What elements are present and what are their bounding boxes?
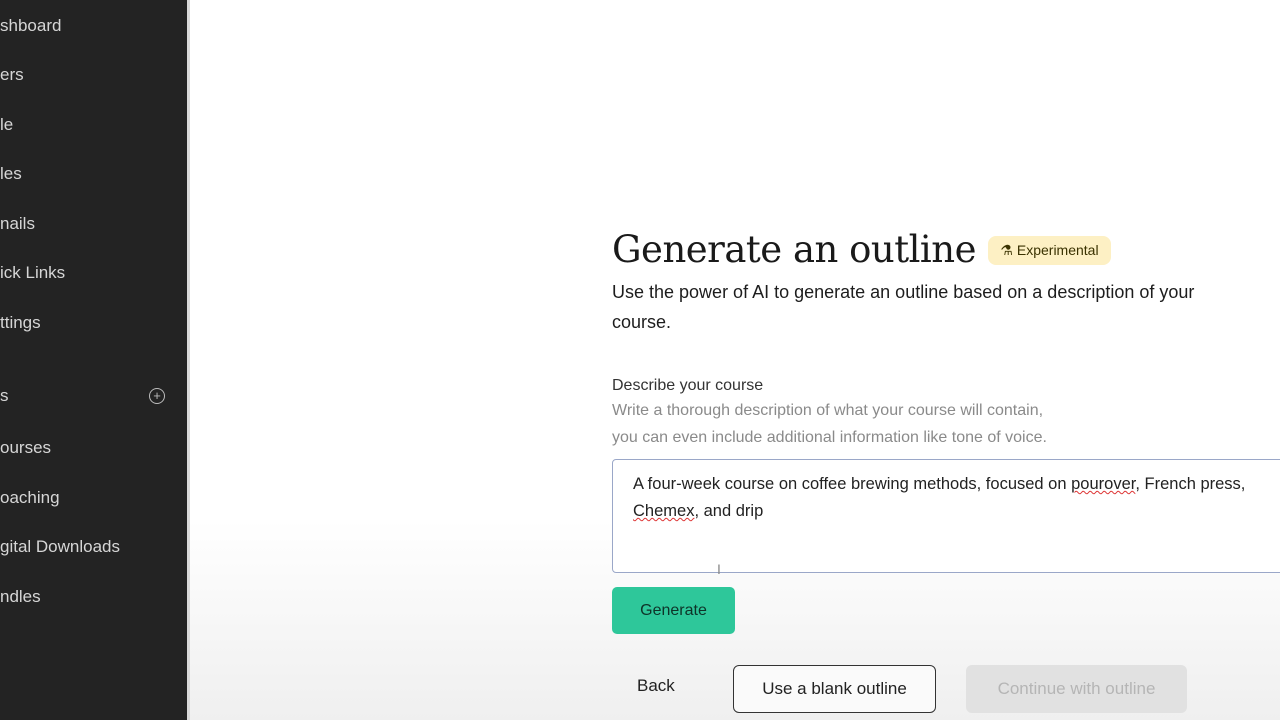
page-subtitle: Use the power of AI to generate an outli… [612,282,1195,332]
hint-line-2: you can even include additional informat… [612,429,1047,446]
generate-button[interactable]: Generate [612,587,735,634]
sidebar-item-sales[interactable]: les [0,164,22,184]
input-text: , French press, [1135,475,1246,493]
use-blank-outline-button[interactable]: Use a blank outline [733,665,936,713]
field-label: Describe your course [612,377,764,394]
sidebar-item-digital-downloads[interactable]: gital Downloads [0,537,120,557]
course-description-input[interactable]: A four-week course on coffee brewing met… [612,459,1280,577]
sidebar-item-users[interactable]: ers [0,65,24,85]
text-cursor-icon: I [717,561,721,577]
generate-outline-panel: Generate an outline ⚗ Experimental Use t… [612,228,1280,713]
sidebar-item-emails[interactable]: nails [0,214,35,234]
continue-with-outline-button[interactable]: Continue with outline [966,665,1187,713]
flask-icon: ⚗ [1000,242,1013,258]
field-hint: Write a thorough description of what you… [612,397,1280,451]
sidebar: shboard ers le les nails ick Links tting… [0,0,190,720]
sidebar-item-coaching[interactable]: oaching [0,488,60,508]
misspelled-word: Chemex [633,502,695,520]
plus-circle-icon[interactable]: + [149,388,165,404]
input-text: A four-week course on coffee brewing met… [633,475,1072,493]
experimental-badge: ⚗ Experimental [988,236,1111,265]
input-text: , and drip [694,502,764,520]
sidebar-item-bundles[interactable]: ndles [0,587,41,607]
badge-label: Experimental [1016,242,1099,258]
back-button[interactable]: Back [637,676,675,696]
sidebar-item-courses[interactable]: ourses [0,438,51,458]
misspelled-word: pourover [1071,475,1136,493]
page-title: Generate an outline [612,228,976,271]
sidebar-item-site[interactable]: le [0,115,13,135]
sidebar-item-dashboard[interactable]: shboard [0,16,61,36]
sidebar-item-quick-links[interactable]: ick Links [0,263,65,283]
sidebar-section-products: s [0,386,9,405]
sidebar-item-settings[interactable]: ttings [0,313,41,333]
hint-line-1: Write a thorough description of what you… [612,402,1044,419]
